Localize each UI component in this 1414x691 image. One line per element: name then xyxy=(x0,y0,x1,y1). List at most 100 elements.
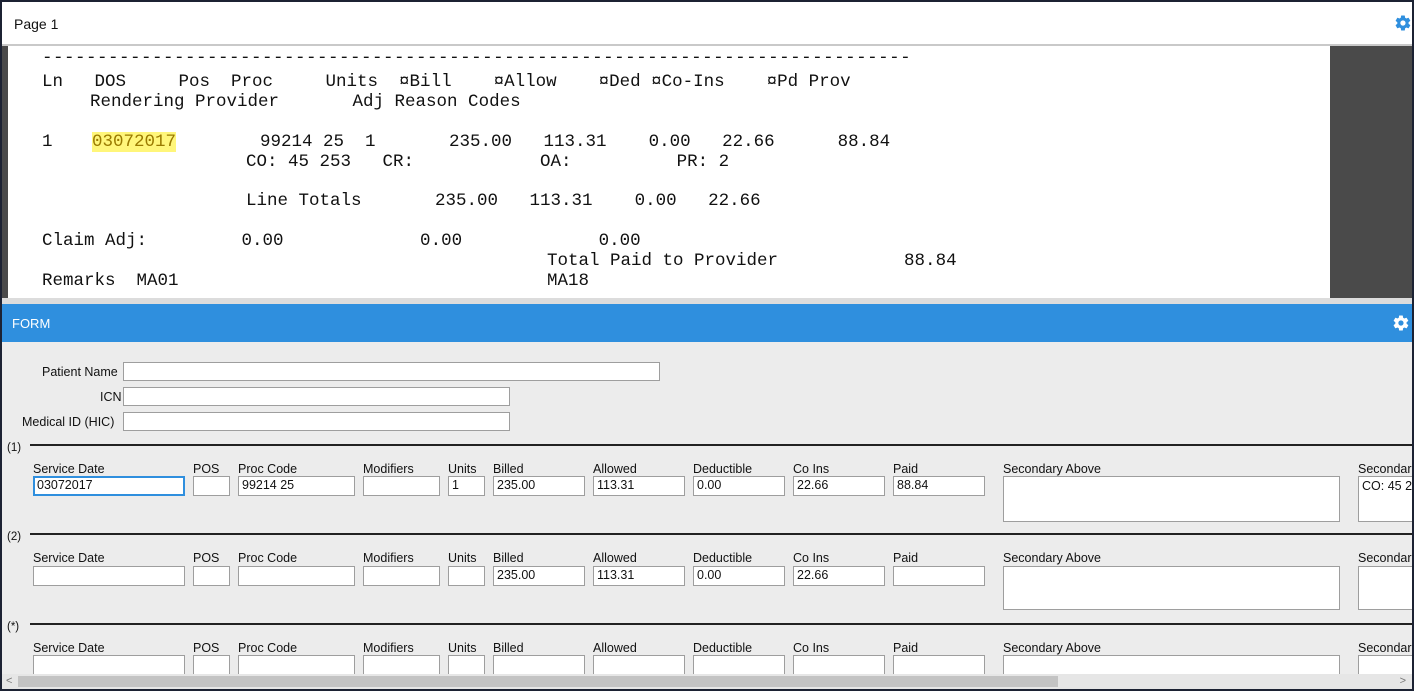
doc-dos-highlight: 03072017 xyxy=(92,132,177,152)
secondary-below-label: Secondar xyxy=(1358,551,1412,565)
secondary-below-label: Secondar xyxy=(1358,462,1412,476)
doc-claim-adj: Claim Adj: 0.00 0.00 0.00 xyxy=(42,231,641,251)
allowed-label: Allowed xyxy=(593,551,637,565)
modifiers-label: Modifiers xyxy=(363,551,414,565)
units-label: Units xyxy=(448,551,477,565)
scroll-left-arrow-icon[interactable]: < xyxy=(6,675,12,687)
doc-line-number: 1 xyxy=(42,132,53,152)
scroll-right-arrow-icon[interactable]: > xyxy=(1400,675,1406,687)
doc-remarks: Remarks MA01 xyxy=(42,271,179,291)
secondary-above-textarea[interactable] xyxy=(1003,655,1340,674)
form-settings-gear-icon[interactable] xyxy=(1392,314,1410,332)
billed-label: Billed xyxy=(493,551,524,565)
secondary-above-label: Secondary Above xyxy=(1003,462,1101,476)
doc-header-row-1: Ln DOS Pos Proc Units ¤Bill ¤Allow ¤Ded … xyxy=(42,72,851,92)
service-date-input[interactable] xyxy=(33,566,185,586)
form-panel-header: FORM xyxy=(2,304,1412,342)
proc-code-label: Proc Code xyxy=(238,641,298,655)
deductible-input[interactable]: 0.00 xyxy=(693,476,785,496)
doc-line-totals: Line Totals 235.00 113.31 0.00 22.66 xyxy=(246,191,761,211)
proc-code-input[interactable] xyxy=(238,655,355,674)
deductible-input[interactable] xyxy=(693,655,785,674)
billed-input[interactable]: 235.00 xyxy=(493,476,585,496)
allowed-label: Allowed xyxy=(593,462,637,476)
paid-label: Paid xyxy=(893,641,919,655)
pos-input[interactable] xyxy=(193,476,230,496)
doc-header-row-2: Rendering Provider Adj Reason Codes xyxy=(90,92,521,112)
patient-name-label: Patient Name xyxy=(42,365,118,379)
allowed-input[interactable]: 113.31 xyxy=(593,476,685,496)
allowed-input[interactable] xyxy=(593,655,685,674)
line-separator xyxy=(30,623,1412,625)
pos-input[interactable] xyxy=(193,566,230,586)
service-date-label: Service Date xyxy=(33,641,105,655)
service-date-input[interactable] xyxy=(33,655,185,674)
proc-code-label: Proc Code xyxy=(238,551,298,565)
service-date-input[interactable]: 03072017 xyxy=(33,476,185,496)
paid-input[interactable] xyxy=(893,566,985,586)
co-ins-label: Co Ins xyxy=(793,551,830,565)
doc-total-paid: Total Paid to Provider 88.84 xyxy=(547,251,957,271)
secondary-above-textarea[interactable] xyxy=(1003,566,1340,610)
billed-label: Billed xyxy=(493,462,524,476)
service-date-label: Service Date xyxy=(33,551,105,565)
proc-code-label: Proc Code xyxy=(238,462,298,476)
modifiers-input[interactable] xyxy=(363,476,440,496)
units-input[interactable] xyxy=(448,566,485,586)
co-ins-label: Co Ins xyxy=(793,462,830,476)
modifiers-input[interactable] xyxy=(363,655,440,674)
units-label: Units xyxy=(448,462,477,476)
icn-label: ICN xyxy=(100,390,122,404)
page-title: Page 1 xyxy=(14,16,59,32)
line-separator xyxy=(30,533,1412,535)
patient-name-input[interactable] xyxy=(123,362,660,381)
paid-input[interactable] xyxy=(893,655,985,674)
co-ins-input[interactable]: 22.66 xyxy=(793,566,885,586)
units-input[interactable] xyxy=(448,655,485,674)
deductible-label: Deductible xyxy=(693,462,753,476)
modifiers-label: Modifiers xyxy=(363,641,414,655)
medical-id-label: Medical ID (HIC) xyxy=(22,415,115,429)
modifiers-input[interactable] xyxy=(363,566,440,586)
app-window: Page 1 ---------------------------------… xyxy=(0,0,1414,691)
document-viewer[interactable]: ----------------------------------------… xyxy=(2,46,1412,298)
paid-label: Paid xyxy=(893,551,919,565)
form-body: Patient Name ICN Medical ID (HIC) (1) Se… xyxy=(2,342,1412,674)
deductible-input[interactable]: 0.00 xyxy=(693,566,785,586)
proc-code-input[interactable]: 99214 25 xyxy=(238,476,355,496)
secondary-below-textarea[interactable] xyxy=(1358,566,1412,610)
paid-input[interactable]: 88.84 xyxy=(893,476,985,496)
line-marker: (2) xyxy=(7,531,22,543)
secondary-above-label: Secondary Above xyxy=(1003,551,1101,565)
form-title: FORM xyxy=(12,316,51,331)
pos-label: POS xyxy=(193,551,220,565)
horizontal-scrollbar[interactable]: < > xyxy=(2,674,1412,689)
co-ins-input[interactable] xyxy=(793,655,885,674)
units-input[interactable]: 1 xyxy=(448,476,485,496)
medical-id-input[interactable] xyxy=(123,412,510,431)
allowed-label: Allowed xyxy=(593,641,637,655)
secondary-above-textarea[interactable] xyxy=(1003,476,1340,522)
paid-label: Paid xyxy=(893,462,919,476)
secondary-below-textarea[interactable]: CO: 45 2 xyxy=(1358,476,1412,522)
remittance-document: ----------------------------------------… xyxy=(8,46,1330,298)
billed-input[interactable]: 235.00 xyxy=(493,566,585,586)
units-label: Units xyxy=(448,641,477,655)
proc-code-input[interactable] xyxy=(238,566,355,586)
co-ins-label: Co Ins xyxy=(793,641,830,655)
pos-input[interactable] xyxy=(193,655,230,674)
doc-adj-codes: CO: 45 253 CR: OA: PR: 2 xyxy=(246,152,730,172)
secondary-below-label: Secondar xyxy=(1358,641,1412,655)
secondary-above-label: Secondary Above xyxy=(1003,641,1101,655)
billed-input[interactable] xyxy=(493,655,585,674)
icn-input[interactable] xyxy=(123,387,510,406)
line-marker: (1) xyxy=(7,442,22,454)
co-ins-input[interactable]: 22.66 xyxy=(793,476,885,496)
doc-dash-line: ----------------------------------------… xyxy=(42,48,912,68)
page-panel-header: Page 1 xyxy=(2,2,1412,46)
secondary-below-textarea[interactable] xyxy=(1358,655,1412,674)
allowed-input[interactable]: 113.31 xyxy=(593,566,685,586)
scrollbar-thumb[interactable] xyxy=(18,676,1058,687)
page-settings-gear-icon[interactable] xyxy=(1394,14,1412,32)
service-date-label: Service Date xyxy=(33,462,105,476)
